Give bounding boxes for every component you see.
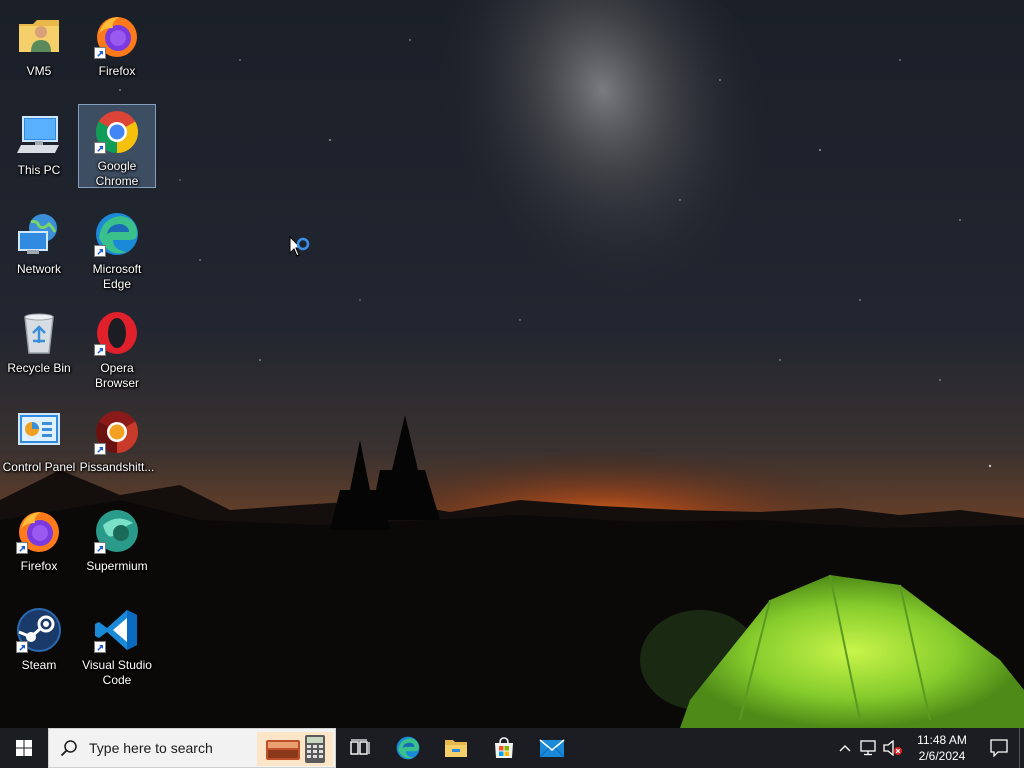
taskbar-store-button[interactable]: [480, 728, 528, 768]
control-panel-icon: [14, 407, 64, 457]
folder-case-icon: [266, 740, 300, 760]
shortcut-arrow-icon: [94, 542, 106, 554]
computer-icon: [14, 110, 64, 160]
desktop-icon-firefox[interactable]: Firefox: [78, 7, 156, 80]
network-status-button[interactable]: [857, 728, 881, 768]
shortcut-arrow-icon: [94, 641, 106, 653]
chromium-fork-icon: [92, 407, 142, 457]
vscode-icon: [92, 605, 142, 655]
store-icon: [495, 737, 513, 758]
clock-time: 11:48 AM: [917, 733, 967, 747]
desktop-icon-label: Network: [16, 262, 61, 276]
desktop-icon-label: Steam: [21, 658, 57, 672]
clock-date: 2/6/2024: [918, 749, 966, 763]
desktop-icon-label: VM5: [26, 64, 52, 78]
firefox-icon: [92, 11, 142, 61]
desktop-icon-pissandshitt[interactable]: Pissandshitt...: [78, 403, 156, 476]
volume-button[interactable]: [881, 728, 905, 768]
desktop-icon-google-chrome[interactable]: Google Chrome: [78, 104, 156, 188]
steam-icon: [14, 605, 64, 655]
taskbar-file-explorer-button[interactable]: [432, 728, 480, 768]
search-placeholder: Type here to search: [89, 740, 213, 756]
edge-icon: [92, 209, 142, 259]
taskbar: Type here to search 11:48 AM 2/6/2024: [0, 728, 1024, 768]
show-desktop-button[interactable]: [1019, 728, 1024, 768]
system-tray: 11:48 AM 2/6/2024: [833, 728, 1024, 768]
desktop-icon-network[interactable]: Network: [0, 205, 78, 278]
desktop-icon-firefox-2[interactable]: Firefox: [0, 502, 78, 575]
desktop-icon-label: This PC: [17, 163, 61, 177]
recycle-bin-icon: [14, 308, 64, 358]
taskbar-edge-button[interactable]: [384, 728, 432, 768]
volume-muted-icon: [883, 740, 902, 756]
desktop-icon-opera-browser[interactable]: Opera Browser: [78, 304, 156, 392]
shortcut-arrow-icon: [94, 245, 106, 257]
windows-logo-icon: [16, 740, 32, 756]
folder-icon: [445, 740, 467, 757]
user-folder-icon: [14, 11, 64, 61]
calculator-icon: [305, 735, 325, 763]
desktop-icon-label: Google Chrome: [95, 159, 139, 188]
shortcut-arrow-icon: [94, 344, 106, 356]
shortcut-arrow-icon: [16, 641, 28, 653]
start-button[interactable]: [0, 728, 48, 768]
task-view-icon: [350, 739, 370, 755]
desktop-icon-supermium[interactable]: Supermium: [78, 502, 156, 575]
desktop-icon-this-pc[interactable]: This PC: [0, 106, 78, 179]
firefox-icon: [14, 506, 64, 556]
desktop-icon-vm5[interactable]: VM5: [0, 7, 78, 80]
network-icon: [14, 209, 64, 259]
supermium-icon: [92, 506, 142, 556]
search-icon: [49, 739, 89, 757]
desktop-icon-microsoft-edge[interactable]: Microsoft Edge: [78, 205, 156, 293]
action-center-button[interactable]: [979, 728, 1019, 768]
chrome-icon: [92, 108, 142, 156]
desktop-icon-recycle-bin[interactable]: Recycle Bin: [0, 304, 78, 377]
desktop-icon-label: Firefox: [20, 559, 58, 573]
desktop-icon-label: Supermium: [86, 559, 148, 573]
desktop-icon-control-panel[interactable]: Control Panel: [0, 403, 78, 476]
desktop-icon-label: Recycle Bin: [7, 361, 71, 375]
desktop-icon-label: Control Panel: [2, 460, 76, 474]
network-status-icon: [860, 740, 876, 756]
notification-icon: [990, 739, 1008, 757]
taskbar-mail-button[interactable]: [528, 728, 576, 768]
show-hidden-icons-button[interactable]: [833, 728, 857, 768]
desktop-icon-label: Pissandshitt...: [79, 460, 155, 474]
desktop-icon-steam[interactable]: Steam: [0, 601, 78, 674]
shortcut-arrow-icon: [16, 542, 28, 554]
opera-icon: [92, 308, 142, 358]
shortcut-arrow-icon: [94, 142, 106, 154]
chevron-up-icon: [839, 745, 851, 752]
desktop-icon-label: Opera Browser: [94, 361, 139, 390]
search-highlight-image: [257, 732, 333, 766]
busy-cursor-icon: [289, 235, 317, 264]
search-box[interactable]: Type here to search: [48, 728, 336, 768]
edge-icon: [396, 736, 420, 760]
mail-icon: [539, 739, 565, 758]
desktop-icon-label: Visual Studio Code: [82, 658, 152, 687]
desktop-icon-visual-studio-code[interactable]: Visual Studio Code: [78, 601, 156, 689]
task-view-button[interactable]: [336, 728, 384, 768]
shortcut-arrow-icon: [94, 47, 106, 59]
desktop-icon-label: Firefox: [98, 64, 136, 78]
desktop-area[interactable]: VM5 This PC Network Recycle Bin Control …: [0, 0, 1024, 728]
desktop-icon-label: Microsoft Edge: [92, 262, 142, 291]
shortcut-arrow-icon: [94, 443, 106, 455]
taskbar-clock[interactable]: 11:48 AM 2/6/2024: [905, 728, 979, 768]
